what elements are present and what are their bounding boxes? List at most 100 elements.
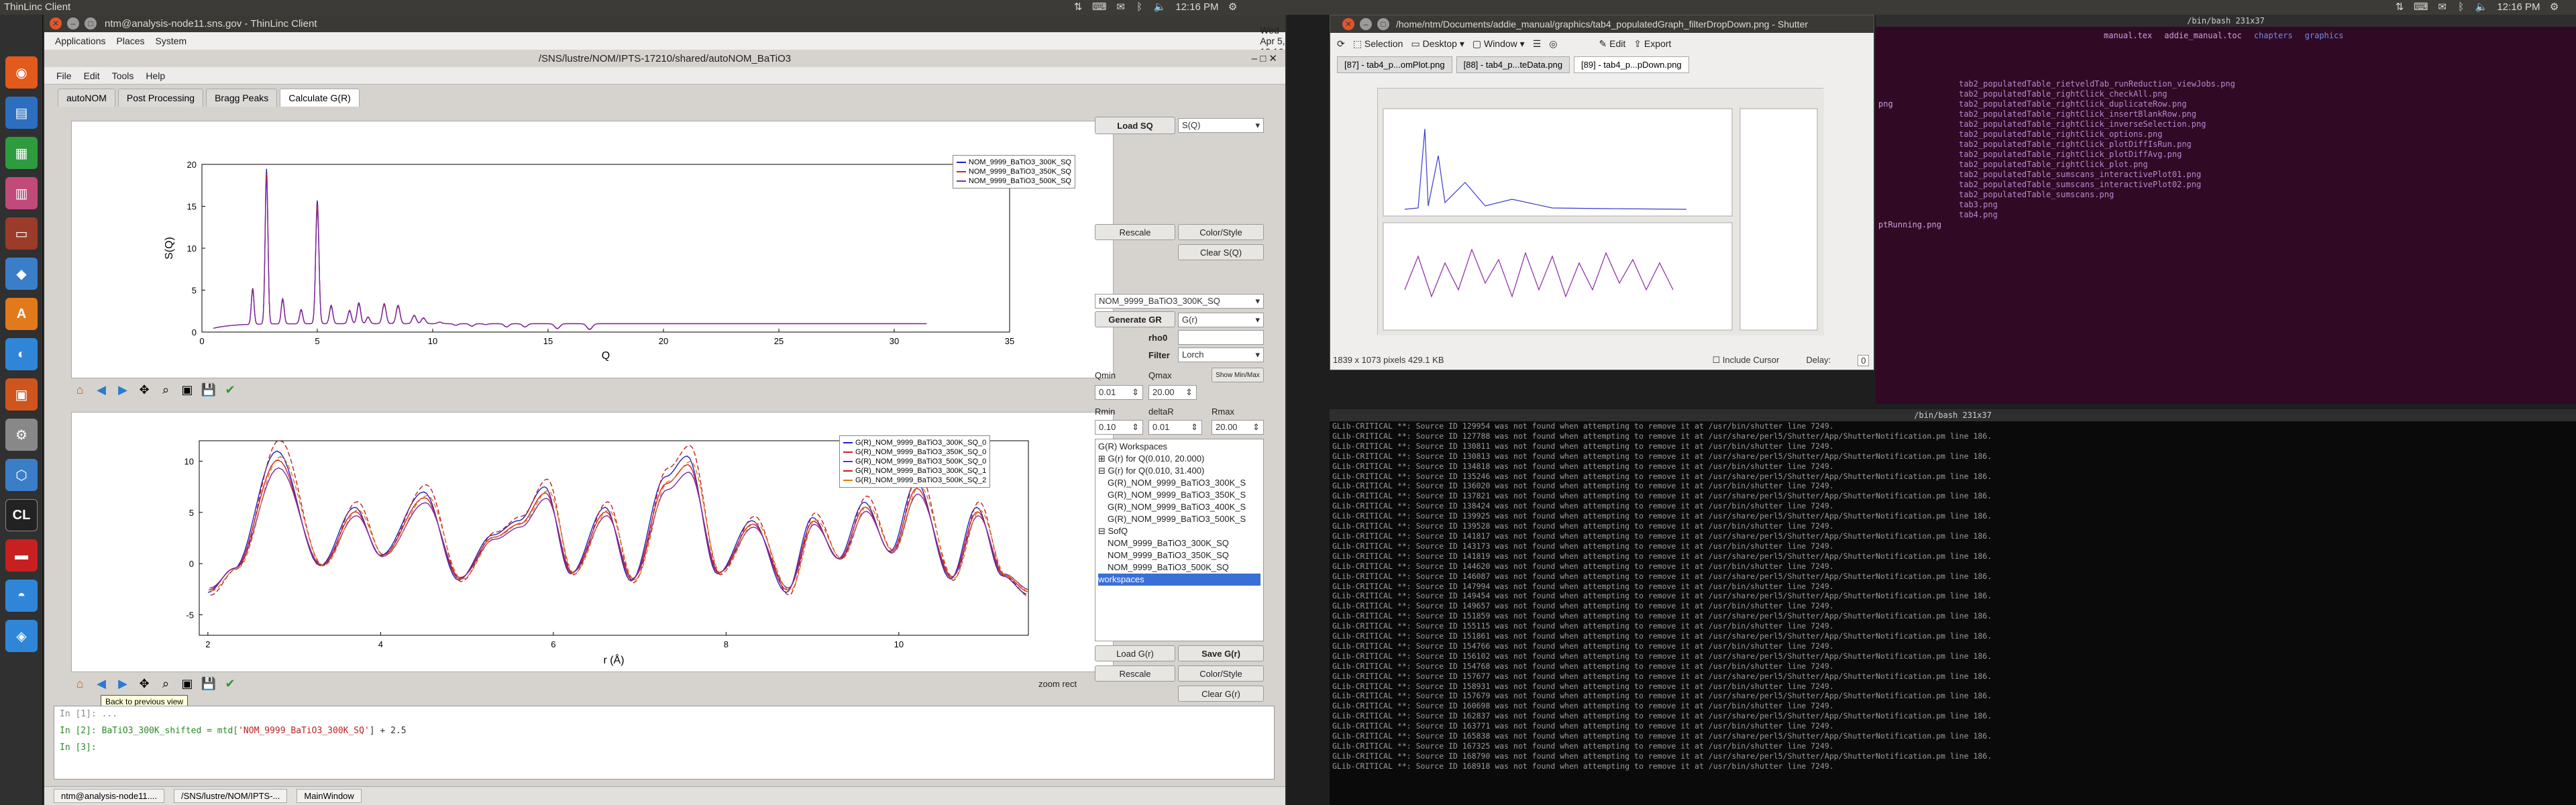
writer-icon[interactable]: ▤ (5, 97, 38, 129)
generate-gr-button[interactable]: Generate GR (1095, 311, 1175, 327)
forward-arrow-icon[interactable]: ▶ (114, 381, 131, 398)
files-icon[interactable]: ▭ (5, 217, 38, 250)
shutter-tab-active[interactable]: [89] - tab4_p...pDown.png (1574, 56, 1689, 73)
qmax-spinbox[interactable]: 20.00 ⇕ (1148, 385, 1197, 400)
pan-icon[interactable]: ✥ (136, 675, 153, 692)
include-cursor-checkbox[interactable]: ☐ Include Cursor (1713, 355, 1780, 366)
tree-item[interactable]: G(R)_NOM_9999_BaTiO3_400K_S (1098, 501, 1260, 513)
screenshot-icon[interactable]: ▬ (5, 539, 38, 572)
home-icon[interactable]: ⌂ (71, 381, 89, 398)
terminal-icon[interactable]: CL (5, 499, 38, 531)
back-arrow-icon[interactable]: ◀ (93, 675, 110, 692)
selection-button[interactable]: ⬚ Selection (1353, 38, 1403, 50)
font-icon[interactable]: A (5, 298, 38, 330)
configure-icon[interactable]: ▣ (178, 675, 196, 692)
calc-icon[interactable]: ▦ (5, 137, 38, 169)
menu-applications[interactable]: Applications (55, 36, 106, 46)
back-arrow-icon[interactable]: ◀ (93, 381, 110, 398)
clear-sq-button[interactable]: Clear S(Q) (1178, 244, 1264, 260)
ipython-console[interactable]: In [1]: ... In [2]: BaTiO3_300K_shifted … (54, 706, 1275, 780)
delay-field[interactable]: 0 (1858, 355, 1870, 366)
minimize-icon[interactable]: – (1360, 18, 1372, 30)
check-icon[interactable]: ✔ (221, 675, 239, 692)
edit-button[interactable]: ✎ Edit (1599, 38, 1625, 50)
tree-item[interactable]: G(R)_NOM_9999_BaTiO3_350K_S (1098, 489, 1260, 501)
firefox-icon[interactable]: ◉ (5, 56, 38, 89)
desktop-button[interactable]: ▭ Desktop ▾ (1411, 38, 1464, 50)
terminal-window-top[interactable]: /bin/bash 231x37 manual.tex addie_manual… (1876, 15, 2576, 404)
web-icon[interactable]: ◎ (1549, 38, 1557, 50)
impress-icon[interactable]: ▥ (5, 177, 38, 209)
taskbar-item[interactable]: MainWindow (297, 789, 362, 803)
load-sq-button[interactable]: Load SQ (1095, 117, 1175, 134)
mail-icon[interactable]: ✉ (1116, 1, 1126, 13)
rmin-spinbox[interactable]: 0.10 ⇕ (1095, 420, 1143, 435)
close-icon[interactable]: ✕ (1342, 18, 1354, 30)
maximize-icon[interactable]: □ (1377, 18, 1389, 30)
save-icon[interactable]: 💾 (200, 675, 217, 692)
rho0-field[interactable] (1178, 330, 1264, 345)
maximize-icon[interactable]: □ (85, 17, 97, 30)
tree-item[interactable]: ⊟ SofQ (1098, 525, 1260, 537)
gear-icon[interactable]: ⚙ (2550, 1, 2559, 13)
save-gr-button[interactable]: Save G(r) (1178, 645, 1264, 661)
menu-tools[interactable]: Tools (112, 70, 134, 81)
cube-icon[interactable]: ⬡ (5, 459, 38, 491)
export-button[interactable]: ⇪ Export (1633, 38, 1671, 50)
menu-file[interactable]: File (56, 70, 72, 81)
tree-item[interactable]: NOM_9999_BaTiO3_350K_SQ (1098, 549, 1260, 561)
tab-calculate-gr[interactable]: Calculate G(R) (280, 89, 360, 107)
gear-icon[interactable]: ⚙ (1228, 1, 1238, 13)
color-style-gr-button[interactable]: Color/Style (1178, 665, 1264, 682)
taskbar-item[interactable]: /SNS/lustre/NOM/IPTS-... (174, 789, 288, 803)
bluetooth-icon[interactable]: ᛒ (2457, 1, 2466, 13)
menu-system[interactable]: System (156, 36, 187, 46)
bluetooth-icon[interactable]: ᛒ (1135, 1, 1144, 13)
tree-item[interactable]: ⊞ G(r) for Q(0.010, 20.000) (1098, 453, 1260, 465)
forward-arrow-icon[interactable]: ▶ (114, 675, 131, 692)
keyboard-icon[interactable]: ⌨ (1092, 1, 1107, 13)
volume-icon[interactable]: 🔈 (1154, 1, 1167, 13)
volume-icon[interactable]: 🔈 (2475, 1, 2488, 13)
configure-icon[interactable]: ▣ (178, 381, 196, 398)
deltar-spinbox[interactable]: 0.01 ⇕ (1148, 420, 1202, 435)
tree-item[interactable]: ⊟ G(r) for Q(0.010, 31.400) (1098, 465, 1260, 477)
home-icon[interactable]: ⌂ (71, 675, 89, 692)
shutter-tab[interactable]: [88] - tab4_p...teData.png (1456, 56, 1570, 73)
rescale-gr-button[interactable]: Rescale (1095, 665, 1175, 682)
taskbar-item[interactable]: ntm@analysis-node11.... (54, 789, 165, 803)
settings-icon[interactable]: ⚙ (5, 419, 38, 451)
clock-right[interactable]: 12:16 PM (2497, 1, 2540, 13)
zoom-icon[interactable]: ⌕ (157, 675, 174, 692)
save-icon[interactable]: 💾 (200, 381, 217, 398)
disk-icon[interactable]: ◓ (5, 580, 38, 612)
clock-left[interactable]: 12:16 PM (1175, 1, 1218, 13)
sq-select[interactable]: S(Q) ▾ (1178, 118, 1264, 133)
menu-edit[interactable]: Edit (84, 70, 100, 81)
load-gr-button[interactable]: Load G(r) (1095, 645, 1175, 661)
dropbox-icon[interactable]: ◈ (5, 620, 38, 652)
filter-select[interactable]: Lorch ▾ (1178, 347, 1264, 362)
thinlinc-window[interactable]: ✕ – □ ntm@analysis-node11.sns.gov - Thin… (44, 15, 1285, 805)
tree-item[interactable]: NOM_9999_BaTiO3_500K_SQ (1098, 561, 1260, 574)
refresh-icon[interactable]: ⟳ (1337, 38, 1345, 50)
tree-item[interactable]: G(R)_NOM_9999_BaTiO3_500K_S (1098, 513, 1260, 525)
workspace-tree[interactable]: G(R) Workspaces ⊞ G(r) for Q(0.010, 20.00… (1095, 439, 1264, 641)
gr-type-select[interactable]: G(r) ▾ (1178, 313, 1264, 327)
menu-places[interactable]: Places (117, 36, 145, 46)
terminal-window-bottom[interactable]: /bin/bash 231x37 GLib-CRITICAL **: Sourc… (1330, 409, 2576, 805)
color-style-sq-button[interactable]: Color/Style (1178, 224, 1264, 240)
tree-item[interactable]: G(R)_NOM_9999_BaTiO3_300K_S (1098, 477, 1260, 489)
rmax-spinbox[interactable]: 20.00 ⇕ (1212, 420, 1264, 435)
close-icon[interactable]: ✕ (50, 17, 62, 30)
tree-item[interactable]: NOM_9999_BaTiO3_300K_SQ (1098, 537, 1260, 549)
check-icon[interactable]: ✔ (221, 381, 239, 398)
workspace-select[interactable]: NOM_9999_BaTiO3_300K_SQ ▾ (1095, 294, 1264, 309)
minimize-icon[interactable]: – (67, 17, 79, 30)
tab-autonom[interactable]: autoNOM (58, 89, 115, 107)
menu-help[interactable]: Help (146, 70, 165, 81)
tree-item[interactable]: workspaces (1098, 574, 1260, 586)
software-icon[interactable]: ▣ (5, 378, 38, 411)
thunderbird-icon[interactable]: ◐ (5, 338, 38, 370)
clear-gr-button[interactable]: Clear G(r) (1178, 686, 1264, 702)
